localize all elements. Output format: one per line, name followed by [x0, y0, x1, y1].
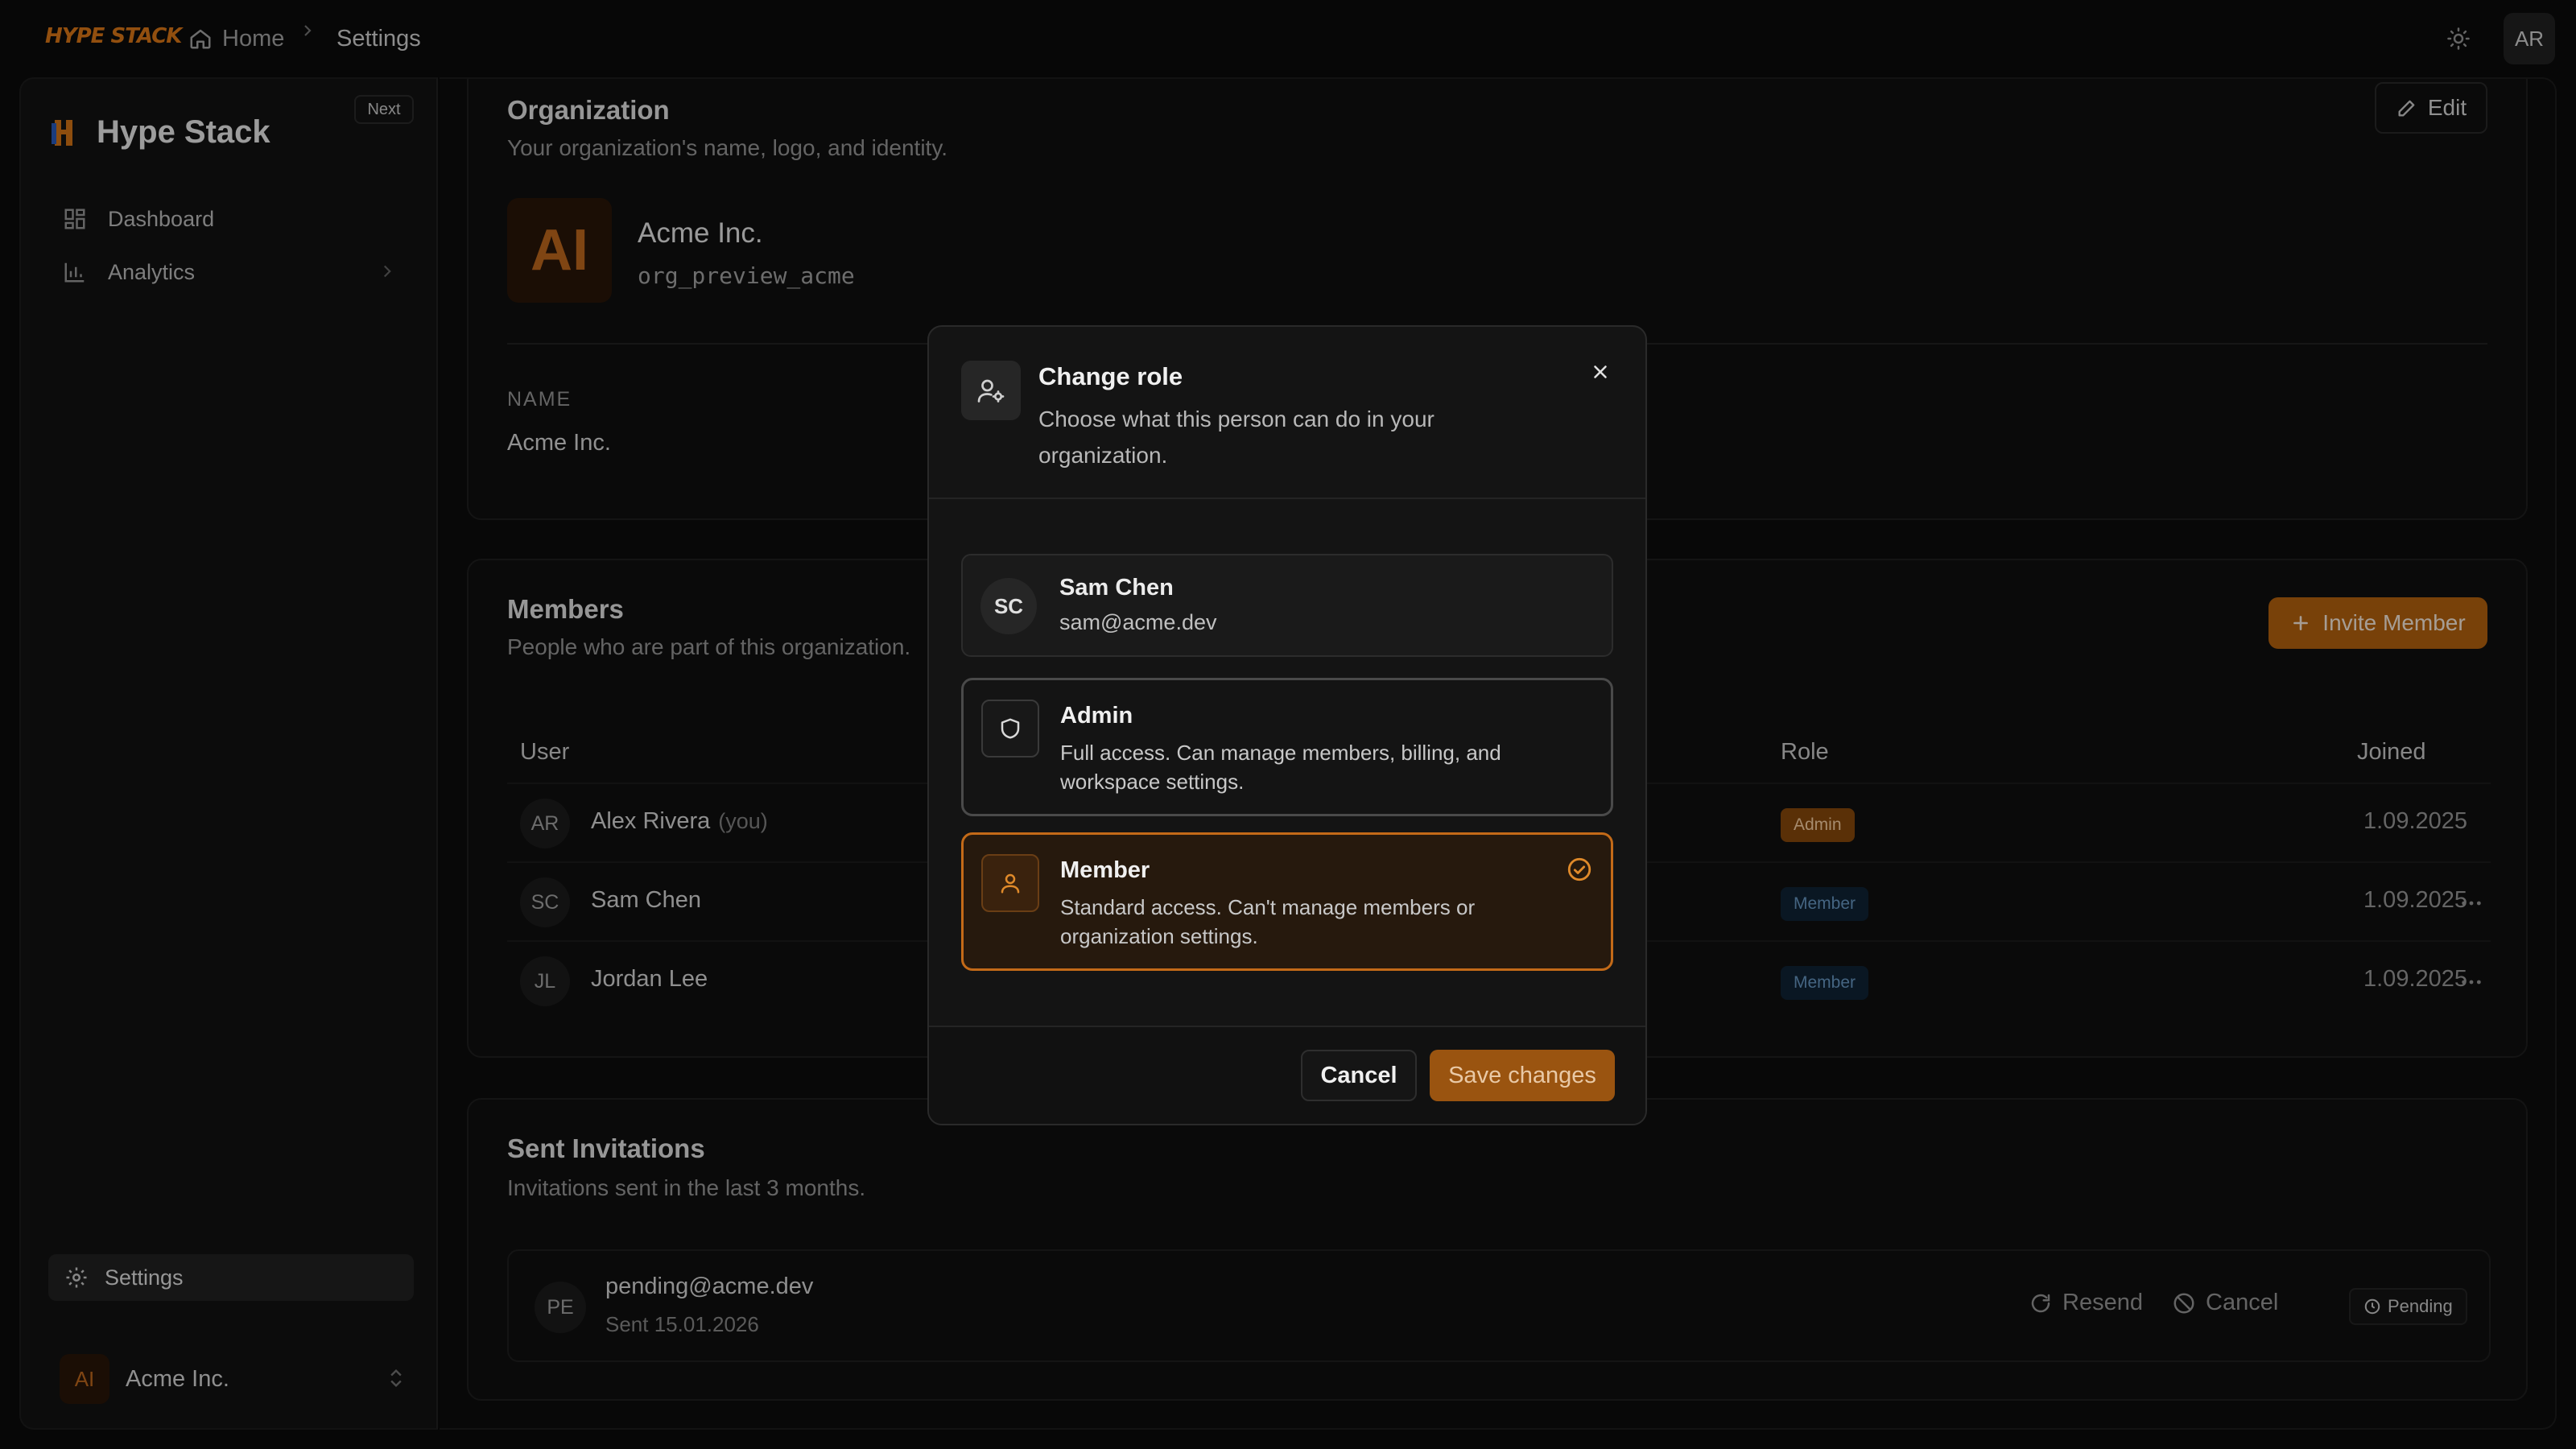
selected-user-card: SC Sam Chen sam@acme.dev	[961, 554, 1613, 657]
dialog-title: Change role	[1038, 362, 1183, 390]
shield-icon	[981, 700, 1039, 758]
role-option-admin[interactable]: Admin Full access. Can manage members, b…	[961, 678, 1613, 816]
close-button[interactable]	[1583, 354, 1618, 390]
save-changes-button[interactable]: Save changes	[1430, 1050, 1615, 1101]
dialog-footer: Cancel Save changes	[929, 1026, 1645, 1124]
role-option-title: Member	[1060, 857, 1150, 883]
user-name: Sam Chen	[1059, 575, 1174, 601]
cancel-button[interactable]: Cancel	[1301, 1050, 1417, 1101]
role-option-member[interactable]: Member Standard access. Can't manage mem…	[961, 832, 1613, 971]
role-option-description: Standard access. Can't manage members or…	[1060, 895, 1476, 948]
user-icon	[981, 854, 1039, 912]
divider	[929, 497, 1645, 499]
avatar: SC	[980, 578, 1037, 634]
role-option-description: Full access. Can manage members, billing…	[1060, 741, 1501, 794]
role-option-title: Admin	[1060, 703, 1133, 729]
dialog-description: Choose what this person can do in your o…	[1038, 407, 1435, 468]
user-email: sam@acme.dev	[1059, 610, 1217, 634]
close-icon	[1590, 361, 1611, 382]
change-role-dialog: Change role Choose what this person can …	[927, 325, 1647, 1125]
check-circle-icon	[1566, 856, 1593, 883]
user-cog-icon	[961, 361, 1021, 420]
